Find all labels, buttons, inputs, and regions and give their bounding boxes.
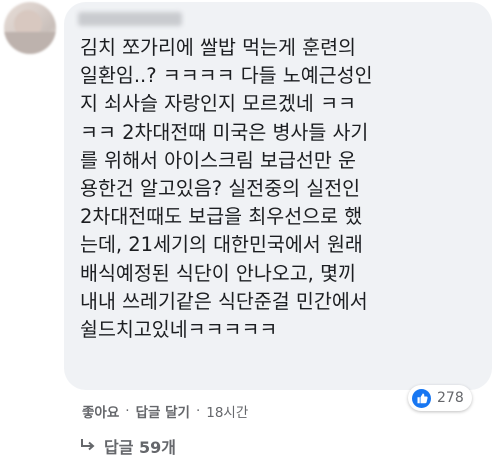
replies-label: 답글 59개 [104,438,176,457]
reply-arrow-icon [80,437,96,456]
comment-line: 내내 쓰레기같은 식단준걸 민간에서 [80,289,368,313]
comment-actions: 좋아요 · 답글 달기 · 18시간 [82,401,248,421]
comment-line: 를 위해서 아이스크림 보급선만 운 [80,148,356,172]
comment-text: 김치 쪼가리에 쌀밥 먹는게 훈련의 일환임..? ㅋㅋㅋㅋ 다들 노예근성인 … [80,34,484,344]
comment-line: 일환임..? ㅋㅋㅋㅋ 다들 노예근성인 [80,64,373,88]
timestamp[interactable]: 18시간 [206,401,248,421]
thumbs-up-icon [412,388,431,408]
avatar-shoulders [4,32,56,54]
comment-line: 는데, 21세기의 대한민국에서 원래 [80,233,363,257]
comment-line: 쉴드치고있네ㅋㅋㅋㅋㅋ [80,318,278,342]
comment-line: 용한건 알고있음? 실전중의 실전인 [80,177,361,201]
separator: · [195,403,201,419]
comment-line: 김치 쪼가리에 쌀밥 먹는게 훈련의 [80,36,356,59]
view-replies-button[interactable]: 답글 59개 [80,434,176,458]
comment-line: 2차대전때도 보급을 최우선으로 했 [80,205,363,229]
comment-line: 지 쇠사슬 자랑인지 모르겠네 ㅋㅋ [80,92,356,116]
reaction-count: 278 [437,390,464,406]
comment-line: 배식예정된 식단이 안나오고, 몇끼 [80,261,356,285]
reply-link[interactable]: 답글 달기 [136,401,190,421]
reaction-badge[interactable]: 278 [408,385,472,411]
author-name[interactable] [78,12,182,26]
separator: · [125,403,130,419]
like-link[interactable]: 좋아요 [82,401,119,421]
avatar[interactable] [4,2,56,54]
comment-line: ㅋㅋ 2차대전때 미국은 병사들 사기 [80,120,369,144]
